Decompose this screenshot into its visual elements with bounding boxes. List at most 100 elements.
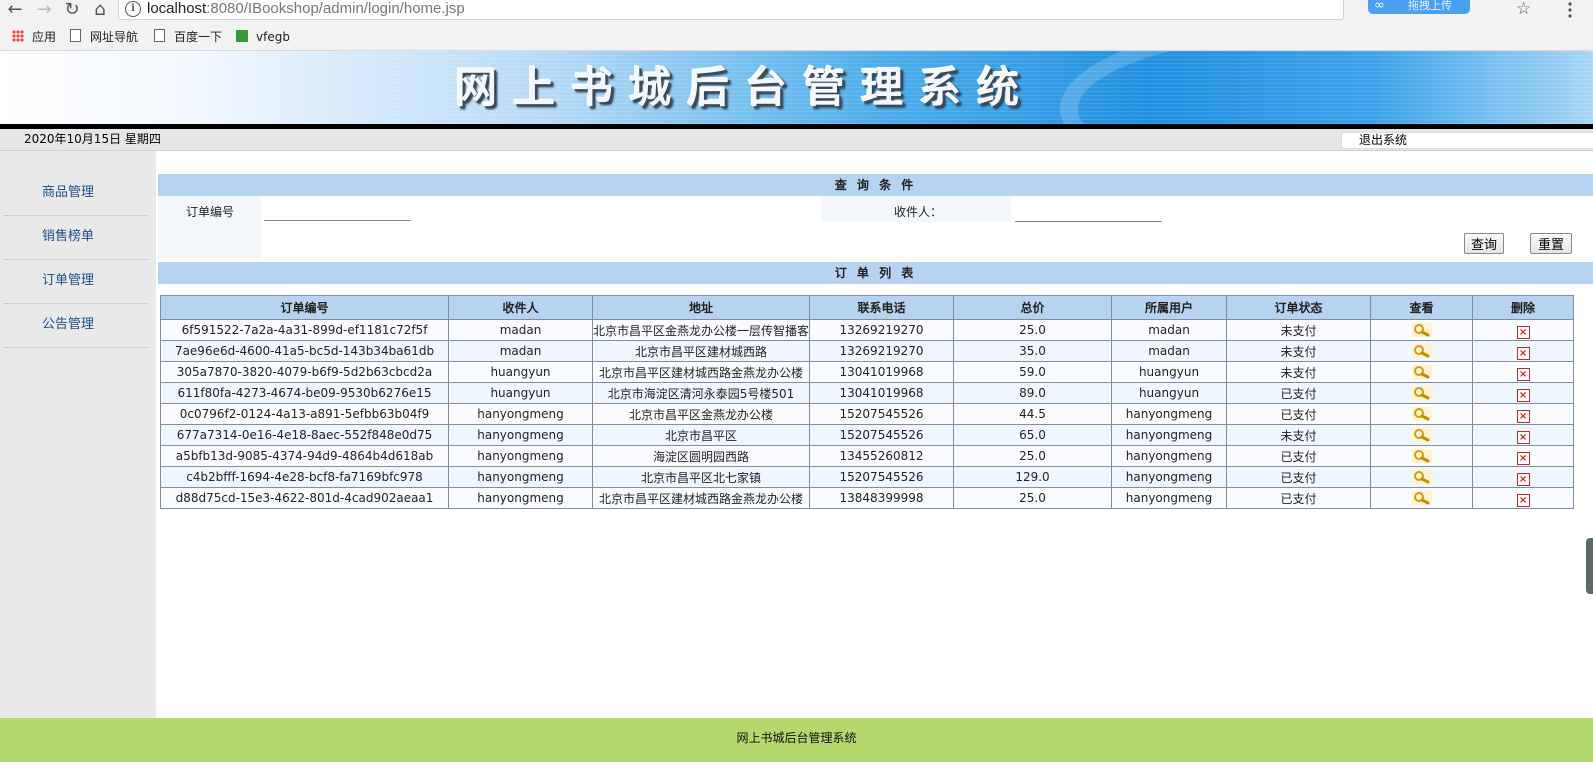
delete-x-icon[interactable]: × [1516, 346, 1530, 360]
address-bar[interactable]: i localhost:8080/IBookshop/admin/login/h… [118, 0, 1344, 20]
sidebar-item-products[interactable]: 商品管理 [4, 172, 148, 216]
col-receiver: 收件人 [448, 295, 593, 320]
col-user: 所属用户 [1111, 295, 1228, 320]
delete-x-icon[interactable]: × [1516, 493, 1530, 507]
cell-status: 已支付 [1226, 466, 1372, 488]
magnifier-icon[interactable] [1411, 491, 1432, 505]
cell-order-id: 7ae96e6d-4600-41a5-bc5d-143b34ba61db [160, 340, 449, 362]
footer: 网上书城后台管理系统 [0, 718, 1593, 762]
magnifier-icon[interactable] [1411, 407, 1432, 421]
cell-address: 北京市昌平区金燕龙办公楼一层传智播客 [591, 319, 811, 341]
cell-status: 未支付 [1226, 361, 1372, 383]
cell-phone: 15207545526 [809, 424, 955, 446]
home-icon[interactable]: ⌂ [89, 0, 111, 20]
bookmark-star-icon[interactable]: ☆ [1516, 0, 1531, 18]
cell-view [1370, 361, 1474, 383]
magnifier-icon[interactable] [1411, 323, 1432, 337]
cell-delete: × [1472, 487, 1575, 509]
cell-view [1370, 424, 1474, 446]
magnifier-icon[interactable] [1411, 470, 1432, 484]
cell-delete: × [1472, 466, 1575, 488]
table-row: c4b2bfff-1694-4e28-bcf8-fa7169bfc978 han… [160, 466, 1575, 488]
cell-address: 北京市昌平区建材城西路金燕龙办公楼 [591, 361, 811, 383]
cell-receiver: madan [448, 319, 593, 341]
site-info-icon[interactable]: i [125, 1, 141, 17]
cell-order-id: d88d75cd-15e3-4622-801d-4cad902aeaa1 [160, 487, 449, 509]
delete-x-icon[interactable]: × [1516, 325, 1530, 339]
cell-status: 已支付 [1226, 445, 1372, 467]
bookmark-baidu[interactable]: 百度一下 [154, 29, 222, 45]
back-arrow-icon[interactable]: ← [4, 0, 26, 20]
cell-order-id: 611f80fa-4273-4674-be09-9530b6276e15 [160, 382, 449, 404]
browser-menu-icon[interactable] [1560, 0, 1580, 20]
cell-delete: × [1472, 382, 1575, 404]
delete-x-icon[interactable]: × [1516, 388, 1530, 402]
bookmark-label: vfegb [256, 30, 290, 44]
delete-x-icon[interactable]: × [1516, 367, 1530, 381]
delete-x-icon[interactable]: × [1516, 409, 1530, 423]
delete-x-icon[interactable]: × [1516, 430, 1530, 444]
footer-text: 网上书城后台管理系统 [736, 731, 857, 745]
col-address: 地址 [591, 295, 811, 320]
magnifier-icon[interactable] [1411, 386, 1432, 400]
bookmark-nav-site[interactable]: 网址导航 [70, 29, 138, 45]
cell-view [1370, 319, 1474, 341]
cell-order-id: a5bfb13d-9085-4374-94d9-4864b4d618ab [160, 445, 449, 467]
cell-view [1370, 382, 1474, 404]
page-icon [70, 29, 81, 42]
cell-total: 25.0 [953, 487, 1113, 509]
bookmark-apps[interactable]: 应用 [12, 29, 56, 45]
cell-receiver: hanyongmeng [448, 403, 593, 425]
receiver-input[interactable] [1015, 203, 1162, 222]
orders-table: 订单编号 收件人 地址 联系电话 总价 所属用户 订单状态 查看 删除 6f59… [160, 295, 1575, 509]
cell-total: 129.0 [953, 466, 1113, 488]
delete-x-icon[interactable]: × [1516, 451, 1530, 465]
sidebar-item-notices[interactable]: 公告管理 [4, 304, 148, 348]
logout-link[interactable]: 退出系统 [1359, 133, 1407, 148]
reload-icon[interactable]: ↻ [61, 0, 83, 20]
url-port: :8080 [206, 0, 244, 17]
magnifier-icon[interactable] [1411, 365, 1432, 379]
sidebar-item-label: 销售榜单 [42, 229, 95, 244]
query-heading-band: 查 询 条 件 [158, 174, 1593, 196]
magnifier-icon[interactable] [1411, 449, 1432, 463]
cell-receiver: huangyun [448, 361, 593, 383]
delete-x-icon[interactable]: × [1516, 472, 1530, 486]
sidebar-item-sales-rank[interactable]: 销售榜单 [4, 216, 148, 260]
cell-delete: × [1472, 424, 1575, 446]
extension-upload-label: 拖拽上传 [1408, 0, 1452, 12]
cell-user: hanyongmeng [1111, 424, 1228, 446]
search-button[interactable]: 查询 [1464, 233, 1504, 254]
cell-address: 海淀区圆明园西路 [591, 445, 811, 467]
col-order-id: 订单编号 [160, 295, 449, 320]
magnifier-icon[interactable] [1411, 428, 1432, 442]
cell-view [1370, 466, 1474, 488]
cell-receiver: hanyongmeng [448, 445, 593, 467]
order-id-input[interactable] [264, 202, 411, 221]
table-row: 677a7314-0e16-4e18-8aec-552f848e0d75 han… [160, 424, 1575, 446]
cell-user: hanyongmeng [1111, 403, 1228, 425]
scrollbar-handle[interactable] [1586, 538, 1593, 594]
bookmark-vfegb[interactable]: vfegb [236, 29, 290, 45]
site-title: 网上书城后台管理系统 [455, 63, 1036, 112]
cell-phone: 13269219270 [809, 319, 955, 341]
cell-view [1370, 445, 1474, 467]
cell-phone: 13041019968 [809, 382, 955, 404]
current-date: 2020年10月15日 星期四 [24, 132, 161, 146]
logout-box: 退出系统 [1341, 132, 1593, 149]
cell-address: 北京市昌平区北七家镇 [591, 466, 811, 488]
orders-header-row: 订单编号 收件人 地址 联系电话 总价 所属用户 订单状态 查看 删除 [160, 295, 1575, 320]
reset-button[interactable]: 重置 [1530, 233, 1572, 254]
cell-total: 89.0 [953, 382, 1113, 404]
magnifier-icon[interactable] [1411, 344, 1432, 358]
cell-address: 北京市海淀区清河永泰园5号楼501 [591, 382, 811, 404]
forward-arrow-icon[interactable]: → [33, 0, 55, 20]
extension-upload-button[interactable]: ∞ 拖拽上传 [1368, 0, 1470, 14]
cell-phone: 13848399998 [809, 487, 955, 509]
banner-swoosh [1060, 51, 1593, 124]
sidebar-item-orders[interactable]: 订单管理 [4, 260, 148, 304]
cell-receiver: huangyun [448, 382, 593, 404]
cell-status: 未支付 [1226, 319, 1372, 341]
cell-receiver: madan [448, 340, 593, 362]
cell-total: 35.0 [953, 340, 1113, 362]
